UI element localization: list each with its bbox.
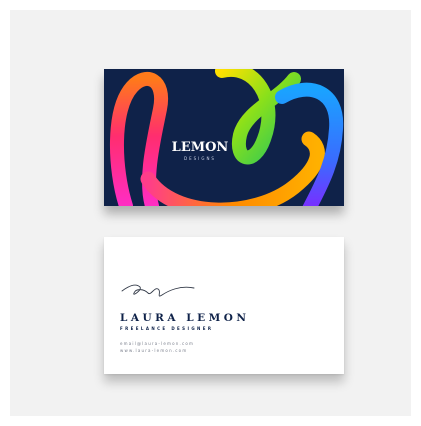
contact-website: www.laura-lemon.com xyxy=(120,348,188,353)
mockup-frame: LEMON DESIGNS LAURA LEMON FREELANCE DESI… xyxy=(0,0,421,426)
person-title: FREELANCE DESIGNER xyxy=(120,326,214,331)
contact-email: email@laura-lemon.com xyxy=(120,341,195,346)
person-name: LAURA LEMON xyxy=(120,312,250,324)
business-card-front: LEMON DESIGNS xyxy=(104,69,344,206)
brand-logo: LEMON DESIGNS xyxy=(168,141,232,162)
business-card-back: LAURA LEMON FREELANCE DESIGNER email@lau… xyxy=(104,237,344,374)
signature-image xyxy=(121,284,195,297)
brand-name: LEMON xyxy=(171,140,229,155)
brand-subtitle: DESIGNS xyxy=(184,156,216,161)
ribbon-loop xyxy=(215,69,301,165)
ribbon-artwork xyxy=(110,69,344,206)
